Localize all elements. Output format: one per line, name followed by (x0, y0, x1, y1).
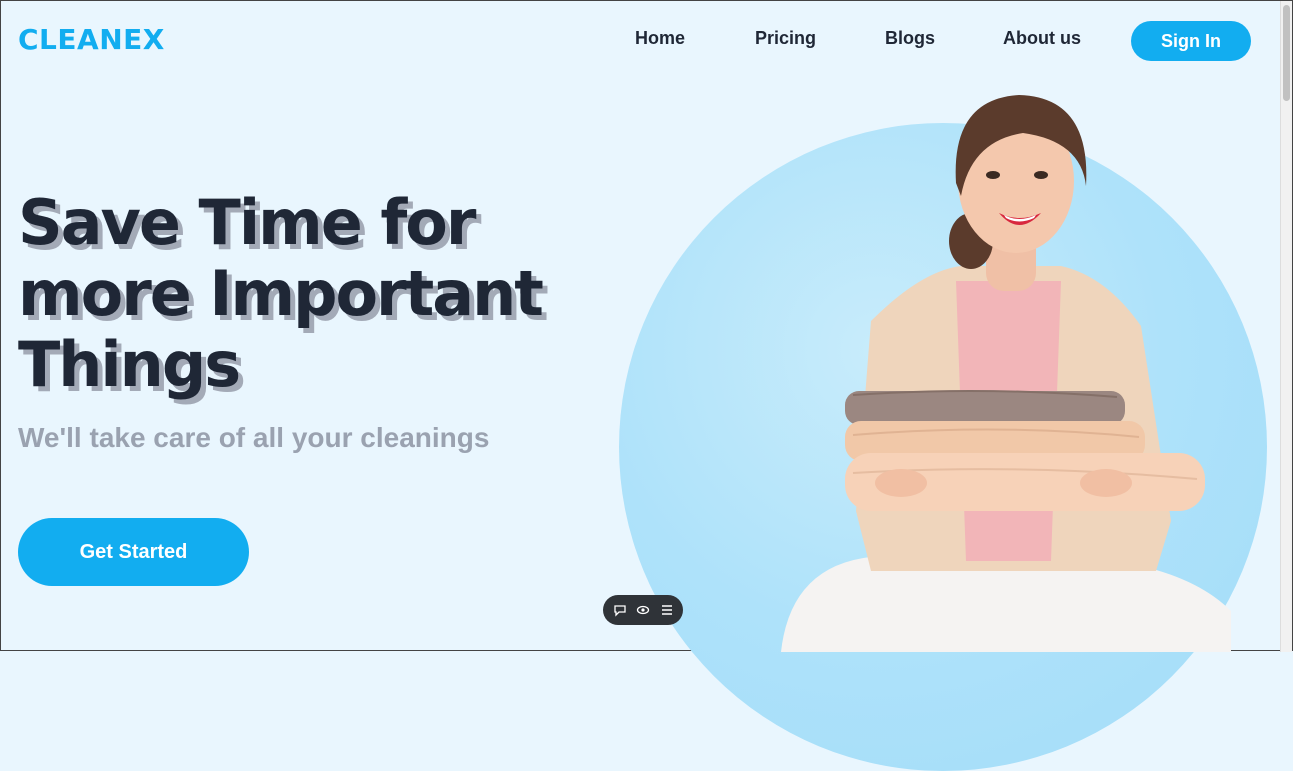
floating-toolbar (603, 595, 683, 625)
chat-icon[interactable] (613, 603, 627, 617)
hero-image (781, 95, 1231, 652)
sign-in-button[interactable]: Sign In (1131, 21, 1251, 61)
list-icon[interactable] (660, 603, 674, 617)
hero-subtitle: We'll take care of all your cleanings (18, 422, 490, 453)
brand-logo[interactable]: CLEANEX (18, 23, 165, 56)
scrollbar-thumb[interactable] (1283, 5, 1290, 101)
eye-icon[interactable] (636, 603, 650, 617)
get-started-button[interactable]: Get Started (18, 518, 249, 586)
nav-pricing[interactable]: Pricing (755, 28, 816, 49)
nav-home[interactable]: Home (635, 28, 685, 49)
hero-title-line-1: Save Time for (18, 186, 476, 259)
nav-about-us[interactable]: About us (1003, 28, 1081, 49)
page-scrollbar[interactable] (1280, 1, 1292, 652)
nav-blogs[interactable]: Blogs (885, 28, 935, 49)
hero-title-line-2: more Important (18, 257, 544, 330)
hero-title: Save Time for more Important Things (18, 187, 638, 400)
hero-title-line-3: Things (18, 328, 241, 401)
